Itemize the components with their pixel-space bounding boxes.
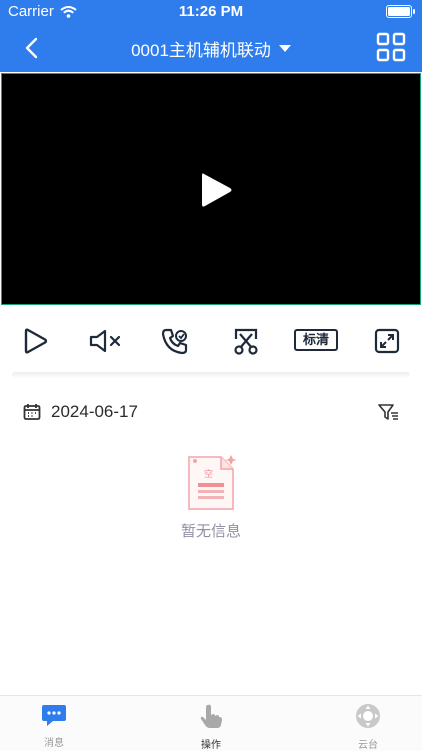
chat-icon [42, 705, 66, 726]
page-title: 0001主机辅机联动 [131, 41, 271, 60]
ptz-icon [356, 704, 380, 728]
filter-button[interactable] [378, 403, 400, 426]
tab-label: 操作 [201, 740, 221, 751]
play-outline-icon [24, 328, 48, 354]
svg-text:空: 空 [204, 468, 213, 480]
channel-title-dropdown[interactable]: 0001主机辅机联动 [0, 36, 422, 61]
play-button[interactable] [198, 170, 234, 210]
tab-operation[interactable]: 操作 [181, 703, 241, 751]
expand-icon [374, 328, 400, 354]
grid-view-button[interactable] [376, 32, 406, 62]
empty-document-icon: 空 [181, 453, 241, 518]
hand-pointer-icon [200, 704, 222, 728]
status-time: 11:26 PM [178, 3, 244, 20]
quality-toggle-button[interactable]: 标清 [294, 329, 338, 351]
selected-date[interactable]: 2024-06-17 [51, 402, 138, 422]
mute-button[interactable] [88, 326, 124, 356]
control-bar [0, 306, 422, 372]
divider-shadow [12, 372, 410, 378]
fullscreen-button[interactable] [374, 326, 400, 356]
grid-icon [376, 32, 406, 62]
play-control-button[interactable] [20, 326, 50, 356]
caret-down-icon [278, 45, 291, 52]
scissors-icon [234, 328, 258, 355]
intercom-button[interactable] [160, 326, 190, 356]
filter-icon [378, 404, 398, 420]
screenshot-button[interactable] [232, 326, 260, 356]
tab-ptz[interactable]: 云台 [338, 703, 398, 751]
calendar-icon[interactable] [23, 403, 41, 426]
empty-state-message: 暂无信息 [180, 523, 241, 540]
tab-messages[interactable]: 消息 [24, 703, 84, 749]
play-icon [202, 173, 232, 207]
tab-label: 消息 [44, 738, 64, 749]
speaker-muted-icon [89, 329, 121, 353]
phone-call-icon [161, 328, 188, 355]
tab-label: 云台 [358, 740, 378, 751]
battery-icon [386, 5, 415, 18]
